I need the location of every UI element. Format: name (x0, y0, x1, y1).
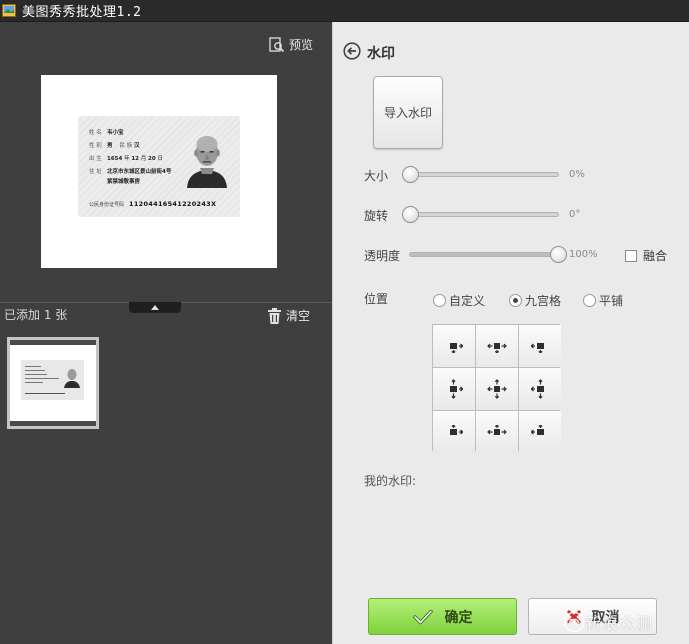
opacity-slider-fill (410, 253, 558, 256)
id-photo (185, 130, 229, 188)
position-top-left[interactable] (433, 325, 475, 367)
radio-label: 自定义 (449, 294, 486, 308)
preview-label: 预览 (289, 38, 314, 52)
import-watermark-button[interactable]: 导入水印 (373, 76, 443, 149)
position-radio-custom[interactable]: 自定义 (433, 292, 485, 309)
blend-checkbox[interactable]: 融合 (625, 247, 667, 264)
rotate-slider-handle[interactable] (402, 206, 419, 223)
rotate-label: 旋转 (364, 209, 389, 223)
checkmark-icon (412, 609, 433, 624)
confirm-label: 确定 (444, 609, 473, 626)
title-bar: 美图秀秀批处理1.2 (0, 0, 689, 22)
middle-right-arrow-icon (531, 379, 544, 399)
position-bottom-left[interactable] (433, 411, 475, 453)
radio-circle[interactable] (433, 294, 446, 307)
image-thumbnail[interactable] (7, 337, 99, 429)
position-top-center[interactable] (476, 325, 518, 367)
position-radio-grid[interactable]: 九宫格 (509, 292, 561, 309)
rotate-slider[interactable] (402, 206, 559, 223)
position-middle-left[interactable] (433, 368, 475, 410)
id-birth-row: 出 生 1654 年 12 月 20 日 (89, 156, 163, 162)
opacity-value: 100% (569, 249, 598, 260)
bottom-left-arrow-icon (450, 425, 463, 435)
id-name-row: 姓 名韦小宝 (89, 130, 124, 136)
id-card-image: 姓 名韦小宝 性 别男 民 族 汉 出 生 1654 年 12 月 20 日 住 … (78, 116, 240, 217)
size-value: 0% (569, 169, 585, 180)
site-logo-icon (563, 611, 585, 633)
position-middle-right[interactable] (519, 368, 561, 410)
site-watermark: 新浪众测 (563, 610, 653, 634)
rotate-value: 0° (569, 209, 581, 220)
preview-canvas: 姓 名韦小宝 性 别男 民 族 汉 出 生 1654 年 12 月 20 日 住 … (41, 75, 277, 268)
id-number: 公民身份证号码 11204416541220243X (89, 200, 217, 208)
size-slider-handle[interactable] (402, 166, 419, 183)
confirm-button[interactable]: 确定 (368, 598, 517, 635)
app-icon (2, 4, 16, 17)
middle-left-arrow-icon (450, 379, 463, 399)
left-panel: 预览 姓 名韦小宝 性 别男 民 族 汉 出 生 1654 年 12 月 20 日… (0, 22, 332, 644)
radio-label: 平铺 (599, 294, 624, 308)
preview-button[interactable]: 预览 (269, 36, 313, 53)
top-left-arrow-icon (450, 343, 463, 353)
center-arrow-icon (487, 379, 507, 399)
back-arrow-icon[interactable] (343, 42, 361, 60)
position-label: 位置 (364, 292, 389, 306)
window-title: 美图秀秀批处理1.2 (22, 5, 142, 20)
id-address-row: 住 址北京市东城区景山前街4号 (89, 169, 172, 175)
id-sex-row: 性 别男 民 族 汉 (89, 143, 140, 149)
nine-grid-position-picker (432, 324, 561, 453)
blend-label: 融合 (643, 249, 668, 263)
trash-icon (268, 307, 281, 324)
opacity-slider[interactable] (409, 246, 567, 263)
panel-title: 水印 (367, 46, 395, 62)
blend-checkbox-box[interactable] (625, 249, 637, 262)
opacity-label: 透明度 (364, 249, 401, 263)
my-watermark-label: 我的水印: (364, 474, 417, 488)
added-count-label: 已添加 1 张 (4, 308, 68, 322)
radio-circle[interactable] (583, 294, 596, 307)
position-bottom-center[interactable] (476, 411, 518, 453)
position-center[interactable] (476, 368, 518, 410)
bottom-right-arrow-icon (531, 425, 544, 435)
opacity-slider-handle[interactable] (550, 246, 567, 263)
radio-label: 九宫格 (525, 294, 562, 308)
top-center-arrow-icon (487, 343, 507, 353)
id-address-row-2: 紫禁城敬事房 (107, 179, 141, 185)
chevron-up-icon (151, 305, 159, 310)
watermark-settings-panel: 水印 导入水印 大小 0% 旋转 0° 透明度 100% 融合 位置 自定义 九… (332, 22, 689, 644)
top-right-arrow-icon (531, 343, 544, 353)
position-top-right[interactable] (519, 325, 561, 367)
clear-label: 清空 (286, 309, 311, 323)
site-watermark-text: 新浪众测 (585, 614, 654, 633)
collapse-toggle[interactable] (129, 302, 181, 313)
preview-icon (269, 36, 285, 52)
radio-circle-checked[interactable] (509, 294, 522, 307)
position-radio-tile[interactable]: 平铺 (583, 292, 623, 309)
clear-button[interactable]: 清空 (267, 307, 310, 324)
size-slider[interactable] (402, 166, 559, 183)
thumbnail-id-card (21, 360, 84, 400)
size-label: 大小 (364, 169, 389, 183)
bottom-center-arrow-icon (487, 425, 507, 435)
position-bottom-right[interactable] (519, 411, 561, 453)
